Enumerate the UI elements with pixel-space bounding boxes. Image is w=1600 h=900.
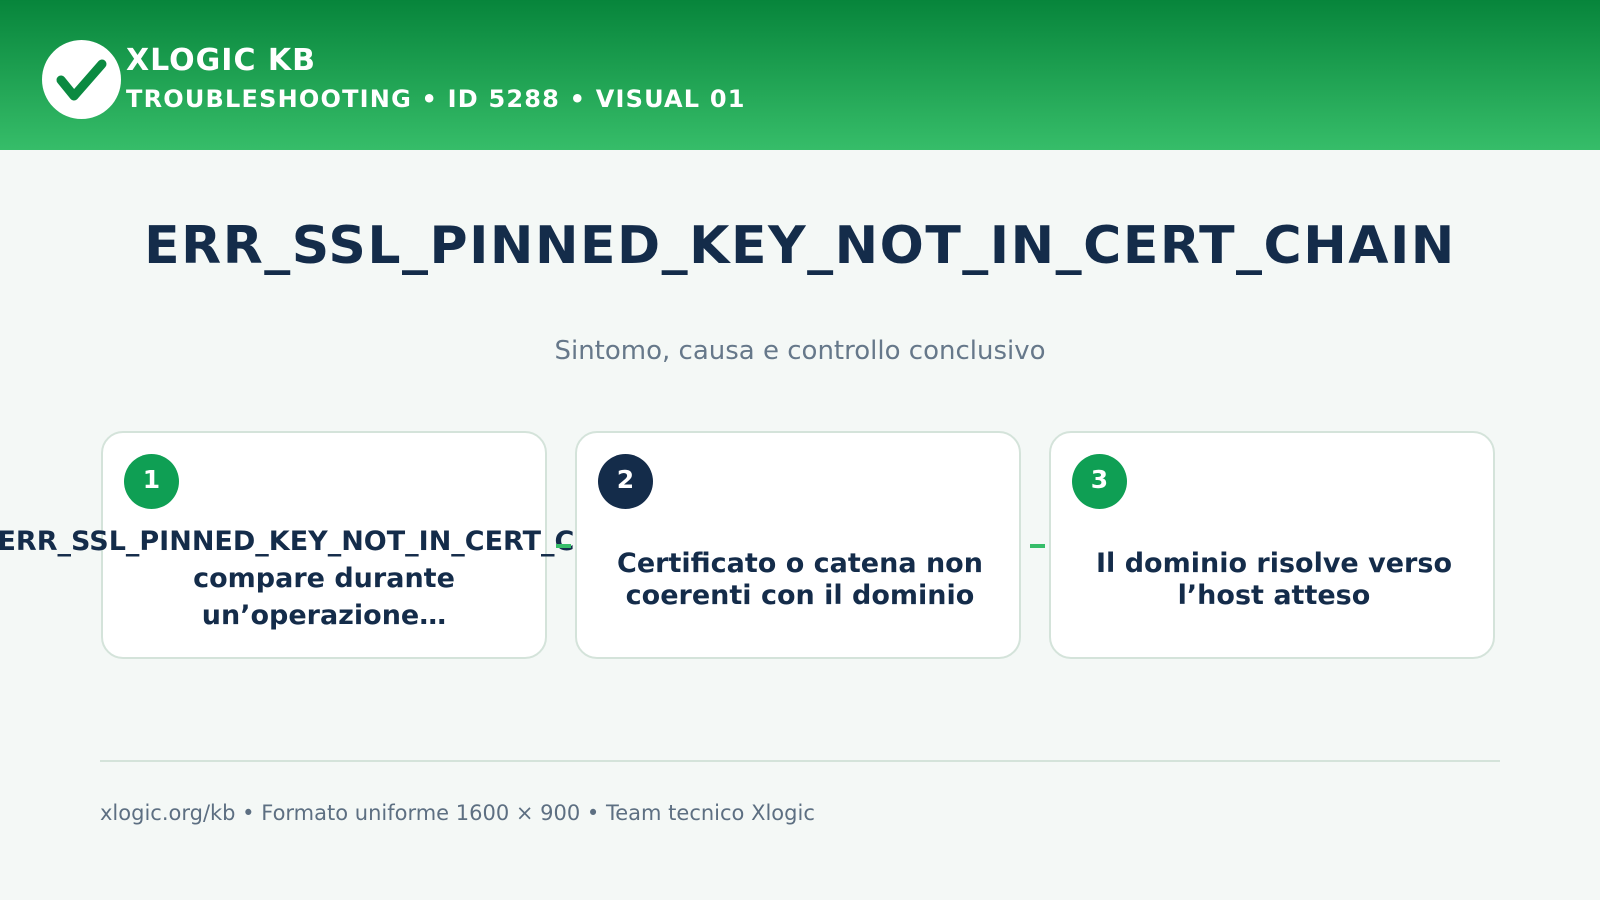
step-text: Il dominio risolve verso l’host atteso	[1051, 548, 1497, 612]
step-text-line: l’host atteso	[1177, 580, 1371, 611]
footer-divider	[100, 760, 1500, 762]
page-title: ERR_SSL_PINNED_KEY_NOT_IN_CERT_CHAIN	[144, 216, 1456, 276]
step-text: Certificato o catena non coerenti con il…	[467, 548, 1133, 612]
step-card-3: 3 Il dominio risolve verso l’host atteso	[1049, 431, 1495, 659]
page-subtitle: Sintomo, causa e controllo conclusivo	[554, 336, 1046, 366]
step-number-badge: 2	[598, 454, 653, 509]
step-connector	[556, 544, 571, 548]
header-banner: XLOGIC KB TROUBLESHOOTING • ID 5288 • VI…	[0, 0, 1600, 150]
brand-subtitle: TROUBLESHOOTING • ID 5288 • VISUAL 01	[126, 85, 746, 113]
step-card-1: 1	[101, 431, 547, 659]
step-card-2: 2 Certificato o catena non coerenti con …	[575, 431, 1021, 659]
step-text-line: coerenti con il dominio	[625, 580, 975, 611]
footer-text: xlogic.org/kb • Formato uniforme 1600 × …	[100, 801, 815, 825]
step-text-line: Certificato o catena non	[617, 548, 983, 579]
step-number-badge: 3	[1072, 454, 1127, 509]
checkmark-icon	[56, 59, 107, 101]
step-number-badge: 1	[124, 454, 179, 509]
brand-name: XLOGIC KB	[126, 43, 317, 78]
step-text-line: Il dominio risolve verso	[1096, 548, 1452, 579]
logo	[42, 40, 121, 119]
step-connector	[1030, 544, 1045, 548]
